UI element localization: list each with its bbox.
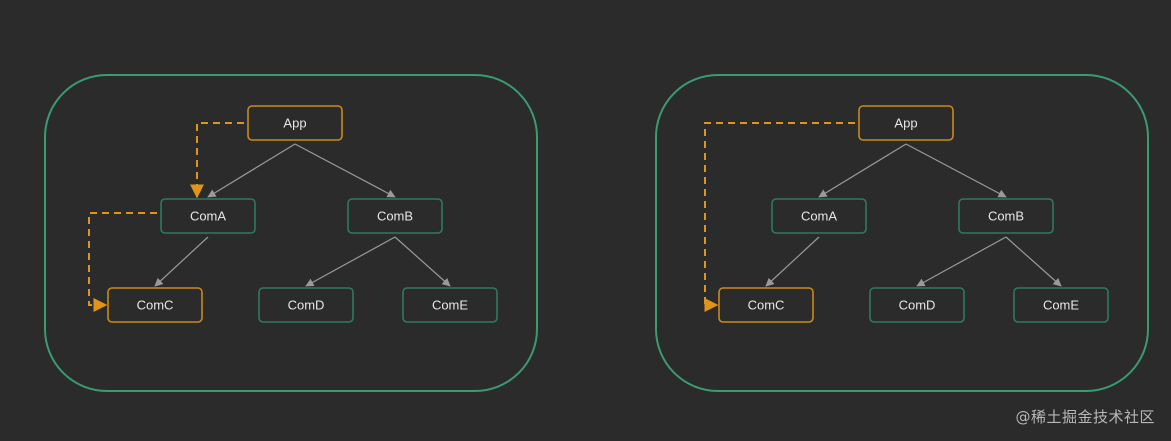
node-comb: ComB (958, 198, 1054, 234)
node-label: ComC (137, 298, 174, 313)
edge-app-to-comb (905, 143, 1007, 198)
node-label: ComD (288, 298, 325, 313)
edge-comb-to-comd (916, 236, 1007, 287)
edge-comb-to-come (394, 236, 451, 287)
edge-coma-to-comc (154, 236, 209, 287)
node-label: ComC (748, 298, 785, 313)
watermark: @稀土掘金技术社区 (1015, 408, 1155, 426)
panel-2: App ComA ComB ComC ComD ComE (655, 74, 1149, 392)
node-come: ComE (1013, 287, 1109, 323)
edge-coma-to-comc (765, 236, 820, 287)
edge-comb-to-comd (305, 236, 396, 287)
component-tree-diagram: App ComA ComB ComC ComD ComE App ComA ComB ComC Co… (44, 74, 1149, 392)
node-coma: ComA (160, 198, 256, 234)
node-app: App (858, 105, 954, 141)
node-label: ComA (801, 209, 837, 224)
edge-app-to-coma (207, 143, 296, 198)
node-label: ComB (377, 209, 413, 224)
node-label: ComA (190, 209, 226, 224)
node-coma: ComA (771, 198, 867, 234)
node-comc: ComC (718, 287, 814, 323)
data-flow-app-to-coma (190, 122, 244, 199)
node-comd: ComD (869, 287, 965, 323)
node-app: App (247, 105, 343, 141)
node-comb: ComB (347, 198, 443, 234)
node-label: ComE (1043, 298, 1079, 313)
edge-app-to-comb (294, 143, 396, 198)
node-label: App (283, 116, 306, 131)
node-label: ComE (432, 298, 468, 313)
node-come: ComE (402, 287, 498, 323)
diagram-canvas: App ComA ComB ComC ComD ComE App ComA ComB ComC Co… (0, 0, 1171, 441)
node-label: ComD (899, 298, 936, 313)
node-comc: ComC (107, 287, 203, 323)
edge-app-to-coma (818, 143, 907, 198)
node-label: App (894, 116, 917, 131)
edge-comb-to-come (1005, 236, 1062, 287)
panel-1: App ComA ComB ComC ComD ComE (44, 74, 538, 392)
node-label: ComB (988, 209, 1024, 224)
node-comd: ComD (258, 287, 354, 323)
